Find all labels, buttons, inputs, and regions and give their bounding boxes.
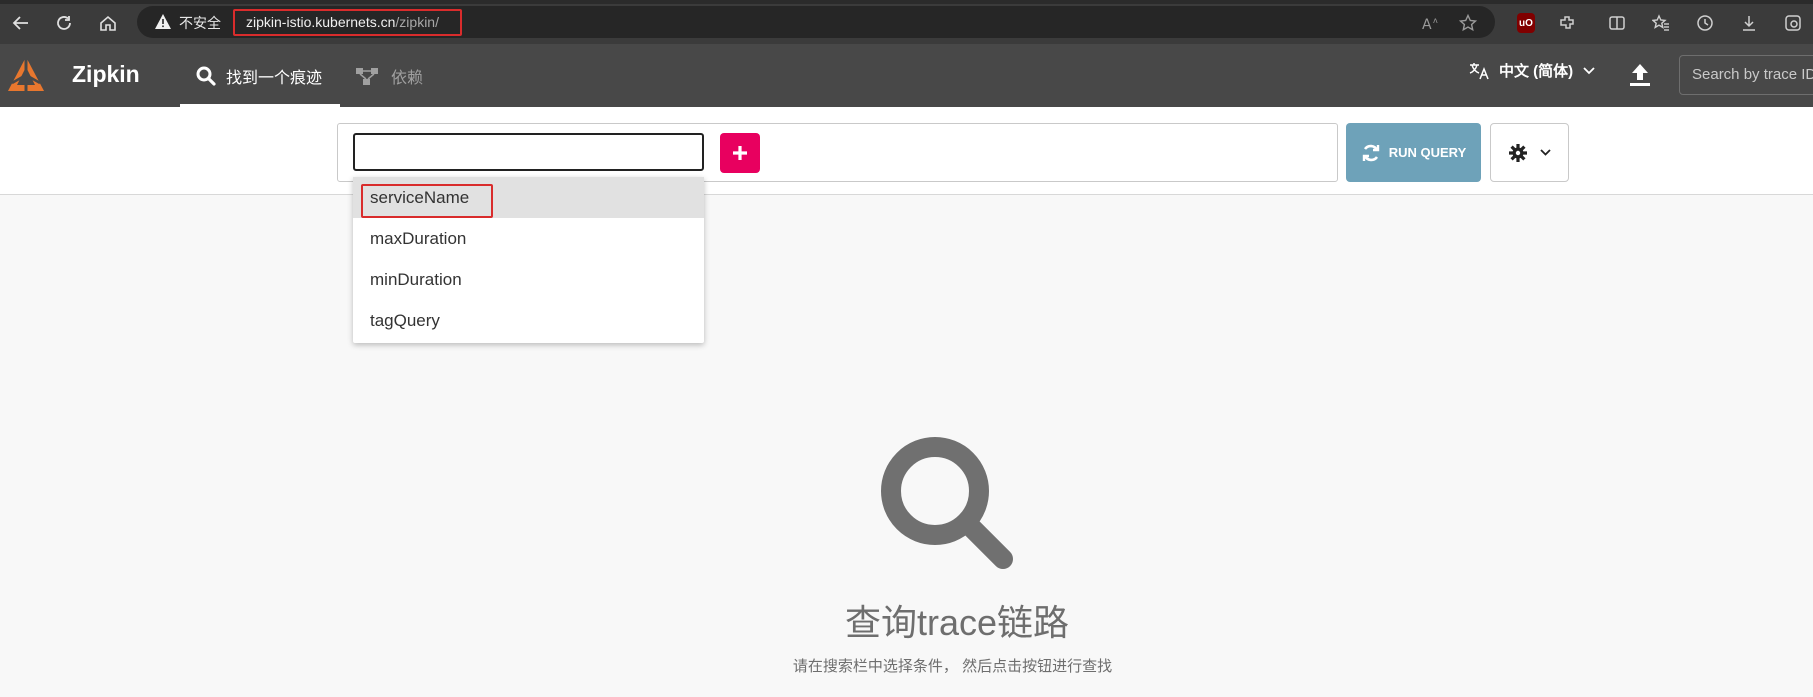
read-aloud-icon[interactable]: Aʌ bbox=[1418, 10, 1444, 36]
tab-dependencies-label: 依赖 bbox=[391, 69, 424, 87]
insecure-label[interactable]: 不安全 bbox=[179, 13, 221, 33]
translate-icon bbox=[1469, 62, 1489, 79]
favorite-star-icon[interactable] bbox=[1455, 10, 1481, 36]
url-host: zipkin-istio.kubernets.cn bbox=[246, 14, 396, 30]
svg-text:A: A bbox=[1422, 17, 1432, 31]
add-criteria-button[interactable] bbox=[720, 133, 760, 173]
home-icon[interactable] bbox=[92, 8, 124, 38]
dependencies-icon bbox=[356, 67, 378, 85]
refresh-icon bbox=[1362, 144, 1379, 161]
gear-icon bbox=[1509, 143, 1527, 162]
run-query-button[interactable]: RUN QUERY bbox=[1346, 123, 1481, 182]
chevron-down-icon bbox=[1583, 66, 1595, 74]
back-icon[interactable] bbox=[5, 8, 37, 38]
chevron-down-icon bbox=[1540, 149, 1551, 156]
history-icon[interactable] bbox=[1692, 10, 1718, 36]
settings-button[interactable] bbox=[1490, 123, 1569, 182]
favorites-icon[interactable] bbox=[1648, 10, 1674, 36]
tab-find-trace[interactable]: 找到一个痕迹 bbox=[180, 44, 340, 107]
brand-title[interactable]: Zipkin bbox=[72, 61, 140, 88]
dropdown-option-tagquery[interactable]: tagQuery bbox=[353, 300, 704, 341]
empty-state-subtitle: 请在搜索栏中选择条件， 然后点击按钮进行查找 bbox=[792, 658, 1113, 675]
trace-id-search-input[interactable]: Search by trace ID bbox=[1679, 55, 1813, 95]
tab-strip-edge bbox=[0, 0, 1813, 4]
tab-dependencies[interactable]: 依赖 bbox=[355, 44, 423, 107]
empty-state-title: 查询trace链路 bbox=[845, 602, 1070, 643]
zipkin-logo[interactable] bbox=[4, 53, 48, 97]
dropdown-option-minduration[interactable]: minDuration bbox=[353, 259, 704, 300]
search-icon bbox=[196, 66, 216, 86]
ublock-icon[interactable]: uO bbox=[1517, 13, 1535, 33]
extensions-icon[interactable] bbox=[1554, 10, 1580, 36]
warning-icon bbox=[155, 14, 171, 29]
search-icon bbox=[881, 437, 1013, 569]
tab-find-trace-label: 找到一个痕迹 bbox=[226, 69, 323, 87]
url-text[interactable]: zipkin-istio.kubernets.cn/zipkin/ bbox=[246, 14, 439, 30]
run-query-label: RUN QUERY bbox=[1388, 145, 1467, 160]
browser-essentials-icon[interactable] bbox=[1780, 10, 1806, 36]
url-path: /zipkin/ bbox=[395, 14, 439, 30]
language-selector[interactable]: 中文 (简体) bbox=[1469, 60, 1595, 81]
svg-text:ʌ: ʌ bbox=[1433, 16, 1438, 25]
download-icon[interactable] bbox=[1736, 10, 1762, 36]
option-highlight-box bbox=[361, 184, 493, 218]
upload-icon[interactable] bbox=[1625, 60, 1655, 90]
criteria-input[interactable] bbox=[353, 133, 704, 171]
dropdown-option-maxduration[interactable]: maxDuration bbox=[353, 218, 704, 259]
plus-icon bbox=[733, 146, 747, 160]
split-screen-icon[interactable] bbox=[1604, 10, 1630, 36]
language-label: 中文 (简体) bbox=[1499, 63, 1574, 80]
reload-icon[interactable] bbox=[48, 8, 80, 38]
